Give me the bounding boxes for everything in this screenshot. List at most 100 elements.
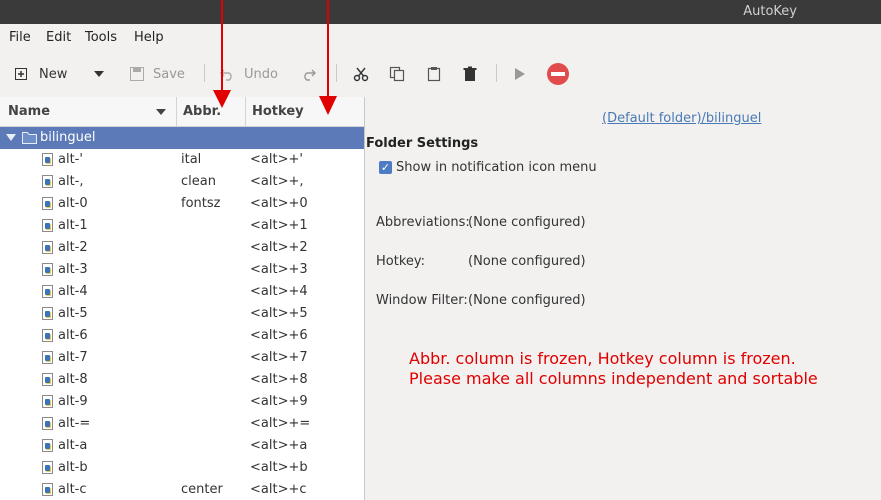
row-name: alt-1 (58, 218, 88, 233)
save-button[interactable]: Save (130, 56, 185, 92)
menu-file[interactable]: File (9, 30, 31, 45)
python-script-icon (42, 417, 53, 430)
save-label: Save (153, 66, 185, 82)
folder-row-bilinguel[interactable]: bilinguel (0, 127, 364, 149)
row-name: alt-c (58, 482, 87, 497)
python-script-icon (42, 461, 53, 474)
tree-row[interactable]: alt-c center <alt>+c (0, 479, 364, 500)
row-hotkey: <alt>+c (250, 482, 307, 497)
tree-header: Name Abbr. Hotkey (0, 97, 364, 127)
row-hotkey: <alt>+, (250, 174, 304, 189)
new-label: New (39, 66, 68, 82)
tree-row[interactable]: alt-, clean <alt>+, (0, 171, 364, 193)
delete-button[interactable] (462, 56, 478, 92)
abbreviations-label: Abbreviations: (376, 215, 470, 230)
new-icon (15, 68, 27, 80)
python-script-icon (42, 329, 53, 342)
tree-row[interactable]: alt-4 <alt>+4 (0, 281, 364, 303)
menu-edit[interactable]: Edit (46, 30, 71, 45)
annotation-arrow-abbr (213, 0, 231, 108)
script-tree[interactable]: Name Abbr. Hotkey bilinguel alt-' ital <al… (0, 97, 365, 500)
sort-arrow-icon[interactable] (156, 109, 166, 115)
window-title: AutoKey (743, 4, 797, 19)
row-hotkey: <alt>+4 (250, 284, 308, 299)
row-hotkey: <alt>+= (250, 416, 311, 431)
stop-button[interactable] (546, 56, 570, 92)
row-name: alt-4 (58, 284, 88, 299)
python-script-icon (42, 483, 53, 496)
tree-row[interactable]: alt-b <alt>+b (0, 457, 364, 479)
tree-row[interactable]: alt-a <alt>+a (0, 435, 364, 457)
annotation-line-1: Abbr. column is frozen, Hotkey column is… (409, 349, 796, 368)
row-abbr: fontsz (181, 196, 221, 211)
new-dropdown-button[interactable] (93, 56, 105, 92)
python-script-icon (42, 351, 53, 364)
row-name: alt-7 (58, 350, 88, 365)
row-name: alt-8 (58, 372, 88, 387)
row-hotkey: <alt>+3 (250, 262, 308, 277)
paste-icon (427, 67, 441, 82)
menu-tools[interactable]: Tools (85, 30, 117, 45)
tree-row[interactable]: alt-1 <alt>+1 (0, 215, 364, 237)
tree-row[interactable]: alt-8 <alt>+8 (0, 369, 364, 391)
tree-row[interactable]: alt-6 <alt>+6 (0, 325, 364, 347)
undo-label: Undo (244, 66, 278, 82)
tree-row[interactable]: alt-' ital <alt>+' (0, 149, 364, 171)
row-hotkey: <alt>+' (250, 152, 303, 167)
column-divider[interactable] (245, 97, 246, 126)
row-abbr: ital (181, 152, 202, 167)
copy-button[interactable] (389, 56, 405, 92)
python-script-icon (42, 263, 53, 276)
column-header-name[interactable]: Name (8, 104, 50, 119)
python-script-icon (42, 153, 53, 166)
expand-arrow-icon[interactable] (6, 134, 16, 142)
row-hotkey: <alt>+0 (250, 196, 308, 211)
tree-row[interactable]: alt-= <alt>+= (0, 413, 364, 435)
python-script-icon (42, 241, 53, 254)
trash-icon (463, 66, 477, 81)
hotkey-value: (None configured) (468, 254, 586, 269)
row-name: alt-6 (58, 328, 88, 343)
folder-path-link[interactable]: (Default folder)/bilinguel (602, 111, 761, 126)
redo-icon (304, 69, 316, 81)
menu-bar: File Edit Tools Help (0, 26, 881, 50)
hotkey-label: Hotkey: (376, 254, 426, 269)
row-name: alt-a (58, 438, 88, 453)
python-script-icon (42, 439, 53, 452)
redo-button[interactable] (302, 56, 316, 92)
tree-row[interactable]: alt-9 <alt>+9 (0, 391, 364, 413)
show-in-tray-label: Show in notification icon menu (396, 160, 597, 175)
row-name: alt-2 (58, 240, 88, 255)
row-name: alt-' (58, 152, 83, 167)
menu-help[interactable]: Help (134, 30, 164, 45)
python-script-icon (42, 307, 53, 320)
new-button[interactable]: New (15, 56, 67, 92)
row-hotkey: <alt>+5 (250, 306, 308, 321)
paste-button[interactable] (426, 56, 442, 92)
show-in-tray-checkbox[interactable]: ✓ (379, 161, 392, 174)
row-hotkey: <alt>+a (250, 438, 308, 453)
column-header-hotkey[interactable]: Hotkey (252, 104, 304, 119)
row-name: alt-, (58, 174, 84, 189)
title-bar: AutoKey (0, 0, 881, 24)
toolbar: New Save Undo (0, 56, 881, 92)
tree-row[interactable]: alt-7 <alt>+7 (0, 347, 364, 369)
tree-row[interactable]: alt-5 <alt>+5 (0, 303, 364, 325)
python-script-icon (42, 373, 53, 386)
row-hotkey: <alt>+8 (250, 372, 308, 387)
row-hotkey: <alt>+7 (250, 350, 308, 365)
python-script-icon (42, 285, 53, 298)
run-button[interactable] (514, 56, 526, 92)
python-script-icon (42, 219, 53, 232)
play-icon (515, 68, 525, 80)
tree-row[interactable]: alt-2 <alt>+2 (0, 237, 364, 259)
tree-row[interactable]: alt-3 <alt>+3 (0, 259, 364, 281)
row-name: alt-= (58, 416, 91, 431)
python-script-icon (42, 395, 53, 408)
python-script-icon (42, 175, 53, 188)
cut-button[interactable] (353, 56, 369, 92)
annotation-line-2: Please make all columns independent and … (409, 369, 818, 388)
tree-row[interactable]: alt-0 fontsz <alt>+0 (0, 193, 364, 215)
column-divider[interactable] (176, 97, 177, 126)
row-hotkey: <alt>+1 (250, 218, 308, 233)
